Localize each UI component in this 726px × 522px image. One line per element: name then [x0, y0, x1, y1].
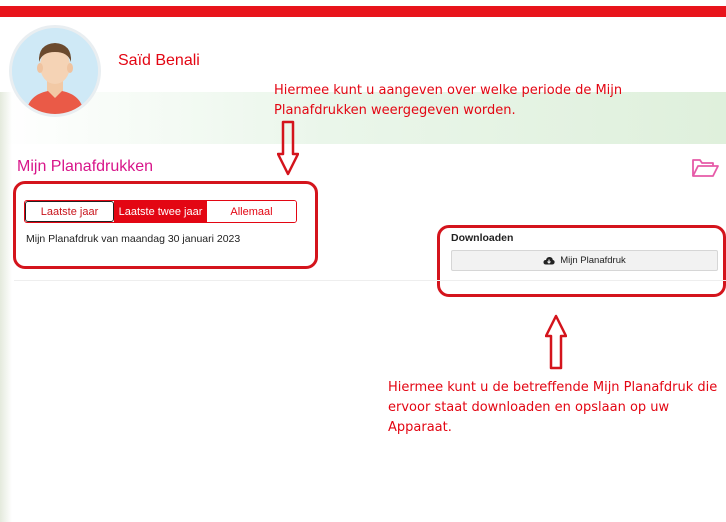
- period-filter: Laatste jaar Laatste twee jaar Allemaal: [24, 200, 297, 223]
- left-edge-shade: [0, 92, 12, 522]
- download-heading: Downloaden: [451, 232, 514, 244]
- user-avatar-icon: [12, 28, 98, 114]
- section-divider: [14, 280, 726, 281]
- filter-last-two-years-button[interactable]: Laatste twee jaar: [114, 201, 207, 222]
- arrow-up-icon: [545, 314, 567, 370]
- page-title: Mijn Planafdrukken: [17, 158, 154, 175]
- cloud-download-icon: [543, 257, 555, 265]
- annotation-download: Hiermee kunt u de betreffende Mijn Plana…: [388, 380, 718, 435]
- avatar[interactable]: [9, 25, 101, 117]
- period-filter-highlight: [13, 181, 318, 269]
- filter-last-year-button[interactable]: Laatste jaar: [25, 201, 114, 222]
- top-brand-bar: [0, 6, 726, 17]
- filter-all-button[interactable]: Allemaal: [207, 201, 296, 222]
- user-name: Saïd Benali: [118, 52, 200, 69]
- arrow-down-icon: [277, 120, 299, 176]
- annotation-period: Hiermee kunt u aangeven over welke perio…: [274, 83, 623, 118]
- folder-open-icon[interactable]: [691, 157, 719, 179]
- download-planafdruk-button[interactable]: Mijn Planafdruk: [451, 250, 718, 271]
- download-button-label: Mijn Planafdruk: [560, 255, 626, 266]
- planafdruk-date-text: Mijn Planafdruk van maandag 30 januari 2…: [26, 233, 241, 245]
